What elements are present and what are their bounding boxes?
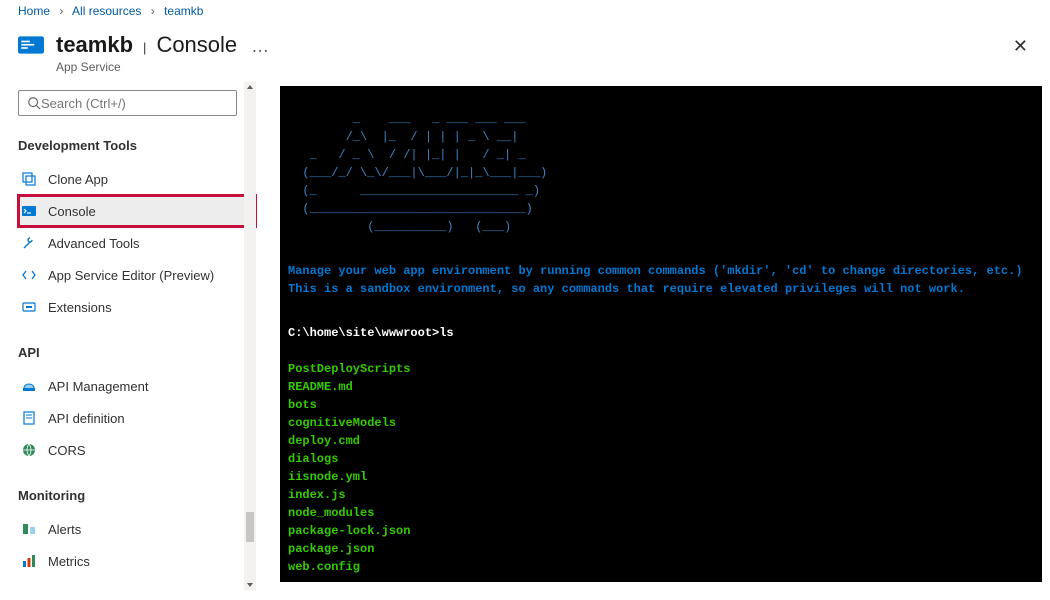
chevron-right-icon: › [59, 4, 63, 18]
sidebar-item-label: API Management [48, 379, 148, 394]
sidebar-item-api-management[interactable]: API Management [18, 370, 256, 402]
more-icon[interactable]: … [247, 36, 271, 57]
app-service-icon [18, 32, 44, 58]
sidebar-item-metrics[interactable]: Metrics [18, 545, 256, 577]
sidebar-section-title: Development Tools [18, 138, 256, 153]
page-header: teamkb | Console … App Service ✕ [0, 18, 1050, 82]
apim-icon [20, 377, 38, 395]
console-terminal[interactable]: _ ___ _ ___ ___ ___ /_\ |_ / | | | _ \ _… [280, 86, 1042, 582]
sidebar: « Development Tools Clone App Console Ad… [0, 82, 256, 590]
breadcrumb: Home › All resources › teamkb [0, 0, 1050, 18]
sidebar-item-extensions[interactable]: Extensions [18, 291, 256, 323]
sidebar-section-title: Monitoring [18, 488, 256, 503]
extensions-icon [20, 298, 38, 316]
sidebar-item-label: Advanced Tools [48, 236, 140, 251]
sidebar-item-api-definition[interactable]: API definition [18, 402, 256, 434]
sidebar-item-label: Metrics [48, 554, 90, 569]
sidebar-scrollbar[interactable] [244, 82, 256, 590]
search-icon [27, 96, 41, 110]
tools-icon [20, 234, 38, 252]
editor-icon [20, 266, 38, 284]
sidebar-item-label: CORS [48, 443, 86, 458]
sidebar-item-cors[interactable]: CORS [18, 434, 256, 466]
sidebar-section-title: API [18, 345, 256, 360]
breadcrumb-link[interactable]: All resources [72, 4, 141, 18]
metrics-icon [20, 552, 38, 570]
search-input[interactable] [41, 96, 228, 111]
clone-icon [20, 170, 38, 188]
console-intro-text: Manage your web app environment by runni… [288, 262, 1034, 298]
title-separator: | [143, 40, 146, 55]
alerts-icon [20, 520, 38, 538]
sidebar-item-label: Clone App [48, 172, 108, 187]
search-input-wrap[interactable] [18, 90, 237, 116]
sidebar-item-console[interactable]: Console [18, 195, 256, 227]
sidebar-item-clone-app[interactable]: Clone App [18, 163, 256, 195]
apidef-icon [20, 409, 38, 427]
breadcrumb-link[interactable]: Home [18, 4, 50, 18]
sidebar-item-label: App Service Editor (Preview) [48, 268, 214, 283]
sidebar-item-app-service-editor[interactable]: App Service Editor (Preview) [18, 259, 256, 291]
resource-type-label: App Service [56, 60, 1032, 74]
console-panel: _ ___ _ ___ ___ ___ /_\ |_ / | | | _ \ _… [256, 82, 1050, 590]
breadcrumb-link[interactable]: teamkb [164, 4, 203, 18]
sidebar-item-label: Alerts [48, 522, 81, 537]
scrollbar-thumb[interactable] [246, 512, 254, 542]
page-title: Console [156, 32, 237, 58]
console-prompt-line: C:\home\site\wwwroot>ls [288, 324, 1034, 342]
sidebar-item-alerts[interactable]: Alerts [18, 513, 256, 545]
console-icon [20, 202, 38, 220]
sidebar-item-advanced-tools[interactable]: Advanced Tools [18, 227, 256, 259]
sidebar-item-label: Extensions [48, 300, 112, 315]
close-button[interactable]: ✕ [1013, 36, 1028, 57]
chevron-right-icon: › [151, 4, 155, 18]
sidebar-item-label: Console [48, 204, 96, 219]
ascii-banner: _ ___ _ ___ ___ ___ /_\ |_ / | | | _ \ _… [288, 110, 1034, 236]
cors-icon [20, 441, 38, 459]
console-file-listing: PostDeployScripts README.md bots cogniti… [288, 360, 1034, 576]
resource-name: teamkb [56, 32, 133, 58]
sidebar-item-label: API definition [48, 411, 125, 426]
